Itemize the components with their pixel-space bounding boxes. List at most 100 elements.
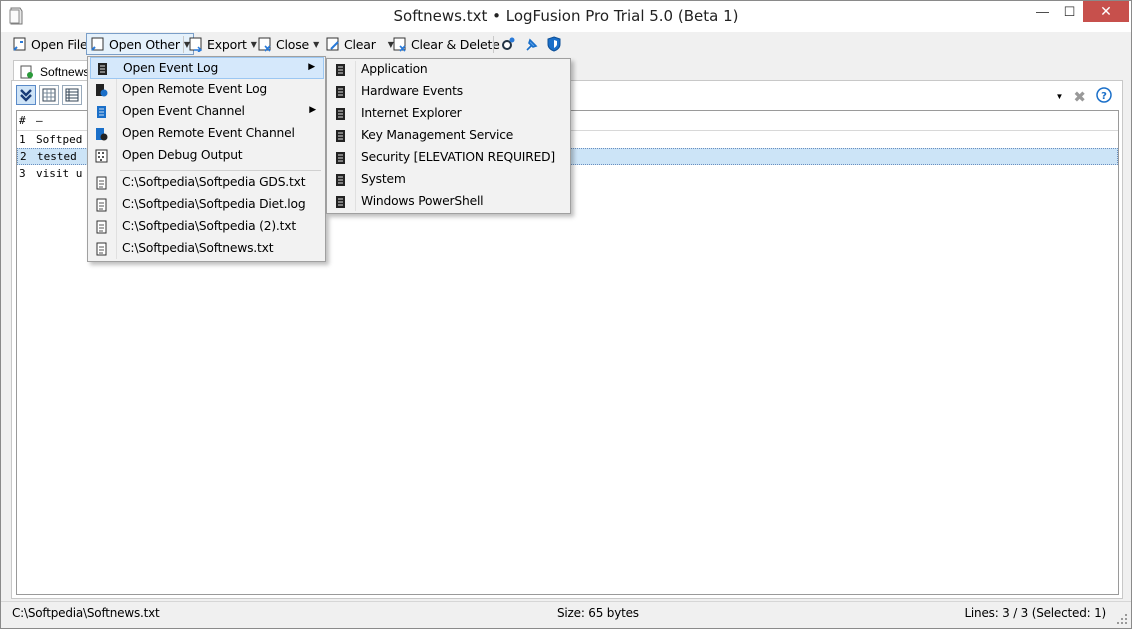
- row-text: tested: [37, 150, 77, 163]
- status-file-path: C:\Softpedia\Softnews.txt: [12, 606, 160, 620]
- close-window-button[interactable]: ✕: [1083, 1, 1129, 22]
- gear-icon: [500, 36, 516, 52]
- export-icon: [188, 36, 204, 53]
- event-log-icon: [334, 107, 347, 121]
- title-bar: Softnews.txt • LogFusion Pro Trial 5.0 (…: [1, 1, 1131, 32]
- close-file-icon: [257, 36, 273, 52]
- document-icon: [95, 220, 108, 234]
- column-header-text[interactable]: –: [36, 114, 43, 127]
- view-toolbar: [16, 85, 82, 107]
- menu-item-open-debug-output[interactable]: Open Debug Output: [90, 145, 324, 167]
- event-log-icon: [334, 173, 347, 187]
- tab-softnews[interactable]: Softnews: [13, 60, 93, 82]
- submenu-item-windows-powershell[interactable]: Windows PowerShell: [329, 191, 569, 213]
- resize-grip-icon[interactable]: [1116, 613, 1128, 625]
- menu-item-open-event-log[interactable]: Open Event Log ▶: [90, 57, 324, 79]
- debug-output-icon: [95, 149, 108, 163]
- event-log-icon: [334, 195, 347, 209]
- menu-item-open-event-channel[interactable]: Open Event Channel ▶: [90, 101, 324, 123]
- event-log-icon: [334, 129, 347, 143]
- pin-icon: [524, 36, 540, 52]
- menu-item-recent-file[interactable]: C:\Softpedia\Softpedia (2).txt: [90, 216, 324, 238]
- maximize-button[interactable]: ☐: [1056, 1, 1083, 22]
- menu-item-label: Open Event Log: [123, 61, 219, 75]
- remote-event-channel-icon: [95, 127, 108, 141]
- menu-item-label: System: [361, 172, 406, 186]
- submenu-item-security[interactable]: Security [ELEVATION REQUIRED]: [329, 147, 569, 169]
- menu-item-label: Hardware Events: [361, 84, 463, 98]
- export-label: Export: [207, 36, 247, 52]
- menu-item-label: Application: [361, 62, 428, 76]
- event-log-submenu: Application Hardware Events Internet Exp…: [326, 58, 571, 214]
- column-header-number[interactable]: #: [19, 114, 36, 127]
- dropdown-arrow-icon[interactable]: ▼: [1056, 92, 1064, 101]
- window-title: Softnews.txt • LogFusion Pro Trial 5.0 (…: [393, 7, 739, 25]
- svg-text:?: ?: [1101, 91, 1107, 102]
- clear-delete-icon: [392, 36, 408, 52]
- clear-filter-icon[interactable]: ✖: [1073, 88, 1086, 106]
- main-toolbar: Open File Open Other ▼ Export ▼ Close ▼: [1, 32, 1131, 57]
- row-number: 3: [19, 167, 26, 180]
- event-log-icon: [334, 63, 347, 77]
- submenu-item-key-management-service[interactable]: Key Management Service: [329, 125, 569, 147]
- menu-item-label: Internet Explorer: [361, 106, 462, 120]
- grid-view-button[interactable]: [39, 85, 59, 105]
- detail-view-button[interactable]: [62, 85, 82, 105]
- menu-item-recent-file[interactable]: C:\Softpedia\Softpedia GDS.txt: [90, 172, 324, 194]
- export-button[interactable]: Export ▼: [185, 33, 260, 55]
- open-other-label: Open Other: [109, 36, 180, 52]
- menu-item-open-remote-event-channel[interactable]: Open Remote Event Channel: [90, 123, 324, 145]
- menu-item-recent-file[interactable]: C:\Softpedia\Softpedia Diet.log: [90, 194, 324, 216]
- submenu-arrow-icon: ▶: [308, 62, 315, 72]
- menu-item-label: C:\Softpedia\Softpedia (2).txt: [122, 219, 296, 233]
- settings-button[interactable]: [497, 33, 522, 55]
- menu-item-label: C:\Softpedia\Softpedia Diet.log: [122, 197, 306, 211]
- clear-button[interactable]: Clear ▼: [322, 33, 397, 55]
- document-icon: [95, 198, 108, 212]
- menu-item-label: C:\Softpedia\Softnews.txt: [122, 241, 274, 255]
- open-file-icon: [12, 36, 28, 52]
- status-size: Size: 65 bytes: [557, 606, 639, 620]
- submenu-arrow-icon: ▶: [309, 105, 316, 115]
- submenu-item-internet-explorer[interactable]: Internet Explorer: [329, 103, 569, 125]
- menu-item-label: C:\Softpedia\Softpedia GDS.txt: [122, 175, 306, 189]
- submenu-item-application[interactable]: Application: [329, 59, 569, 81]
- clear-icon: [325, 36, 341, 52]
- event-channel-icon: [95, 105, 108, 119]
- document-icon: [95, 176, 108, 190]
- tab-label: Softnews: [40, 64, 90, 79]
- row-text: Softped: [36, 133, 83, 146]
- menu-item-label: Open Debug Output: [122, 148, 243, 162]
- double-chevron-down-icon: [20, 89, 32, 102]
- menu-item-label: Windows PowerShell: [361, 194, 484, 208]
- menu-item-open-remote-event-log[interactable]: Open Remote Event Log: [90, 79, 324, 101]
- submenu-item-hardware-events[interactable]: Hardware Events: [329, 81, 569, 103]
- open-other-icon: [90, 36, 106, 52]
- submenu-item-system[interactable]: System: [329, 169, 569, 191]
- row-number: 2: [20, 150, 27, 163]
- autoscroll-button[interactable]: [16, 85, 36, 105]
- menu-item-label: Open Remote Event Channel: [122, 126, 295, 140]
- chevron-down-icon: ▼: [313, 39, 320, 49]
- menu-item-recent-file[interactable]: C:\Softpedia\Softnews.txt: [90, 238, 324, 260]
- status-bar: C:\Softpedia\Softnews.txt Size: 65 bytes…: [1, 601, 1131, 628]
- clear-label: Clear: [344, 36, 376, 52]
- event-log-icon: [334, 85, 347, 99]
- open-other-menu: Open Event Log ▶ Open Remote Event Log O…: [87, 56, 326, 262]
- toolbar-divider: [183, 36, 184, 53]
- document-icon: [20, 65, 34, 79]
- menu-item-label: Security [ELEVATION REQUIRED]: [361, 150, 555, 164]
- close-button[interactable]: Close ▼: [254, 33, 322, 55]
- clear-delete-button[interactable]: Clear & Delete: [389, 33, 503, 55]
- open-file-label: Open File: [31, 36, 88, 52]
- app-window: Softnews.txt • LogFusion Pro Trial 5.0 (…: [0, 0, 1132, 629]
- status-lines: Lines: 3 / 3 (Selected: 1): [964, 606, 1106, 620]
- minimize-button[interactable]: —: [1029, 1, 1056, 22]
- menu-item-label: Key Management Service: [361, 128, 514, 142]
- shield-button[interactable]: [543, 33, 568, 55]
- clear-delete-label: Clear & Delete: [411, 36, 500, 52]
- close-label: Close: [276, 36, 310, 52]
- open-file-button[interactable]: Open File: [9, 33, 90, 55]
- open-other-button[interactable]: Open Other ▼: [86, 33, 194, 55]
- help-icon[interactable]: ?: [1096, 87, 1112, 106]
